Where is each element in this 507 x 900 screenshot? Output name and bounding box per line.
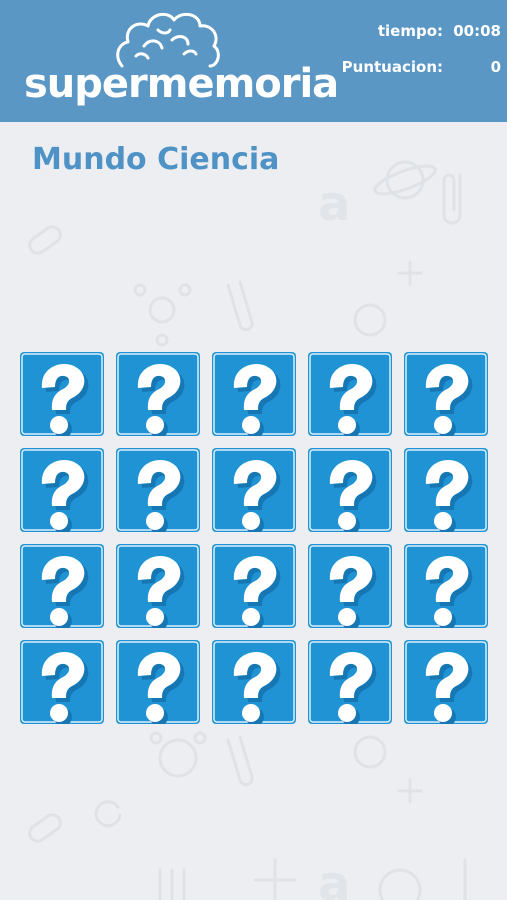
question-mark-icon [404,448,488,532]
question-mark-icon [308,544,392,628]
score-value: 0 [490,58,501,76]
question-mark-icon [116,544,200,628]
question-mark-icon [308,448,392,532]
svg-text:a: a [318,176,350,232]
memory-card-1[interactable] [20,352,104,436]
memory-card-10[interactable] [404,448,488,532]
question-mark-icon [116,352,200,436]
time-label: tiempo: [377,22,443,40]
question-mark-icon [116,640,200,724]
question-mark-icon [308,640,392,724]
question-mark-icon [20,448,104,532]
memory-card-6[interactable] [20,448,104,532]
memory-card-9[interactable] [308,448,392,532]
memory-card-5[interactable] [404,352,488,436]
question-mark-icon [20,640,104,724]
score-label: Puntuacion: [341,58,443,76]
memory-card-2[interactable] [116,352,200,436]
memory-card-12[interactable] [116,544,200,628]
question-mark-icon [116,448,200,532]
memory-card-20[interactable] [404,640,488,724]
question-mark-icon [308,352,392,436]
memory-card-13[interactable] [212,544,296,628]
question-mark-icon [212,640,296,724]
question-mark-icon [20,544,104,628]
memory-card-11[interactable] [20,544,104,628]
memory-card-17[interactable] [116,640,200,724]
question-mark-icon [212,544,296,628]
memory-card-16[interactable] [20,640,104,724]
question-mark-icon [404,640,488,724]
memory-card-4[interactable] [308,352,392,436]
card-board [20,352,489,724]
memory-card-8[interactable] [212,448,296,532]
memory-card-7[interactable] [116,448,200,532]
memory-card-18[interactable] [212,640,296,724]
question-mark-icon [212,352,296,436]
time-value: 00:08 [453,22,501,40]
question-mark-icon [404,352,488,436]
question-mark-icon [212,448,296,532]
app-header: supermemoria tiempo: 00:08 Puntuacion: 0 [0,0,507,122]
memory-card-15[interactable] [404,544,488,628]
app-logo: supermemoria [18,6,339,116]
memory-card-3[interactable] [212,352,296,436]
svg-text:a: a [318,856,350,900]
world-title: Mundo Ciencia [32,142,280,177]
memory-card-19[interactable] [308,640,392,724]
question-mark-icon [404,544,488,628]
app-logo-text: supermemoria [24,61,339,107]
memory-card-14[interactable] [308,544,392,628]
question-mark-icon [20,352,104,436]
